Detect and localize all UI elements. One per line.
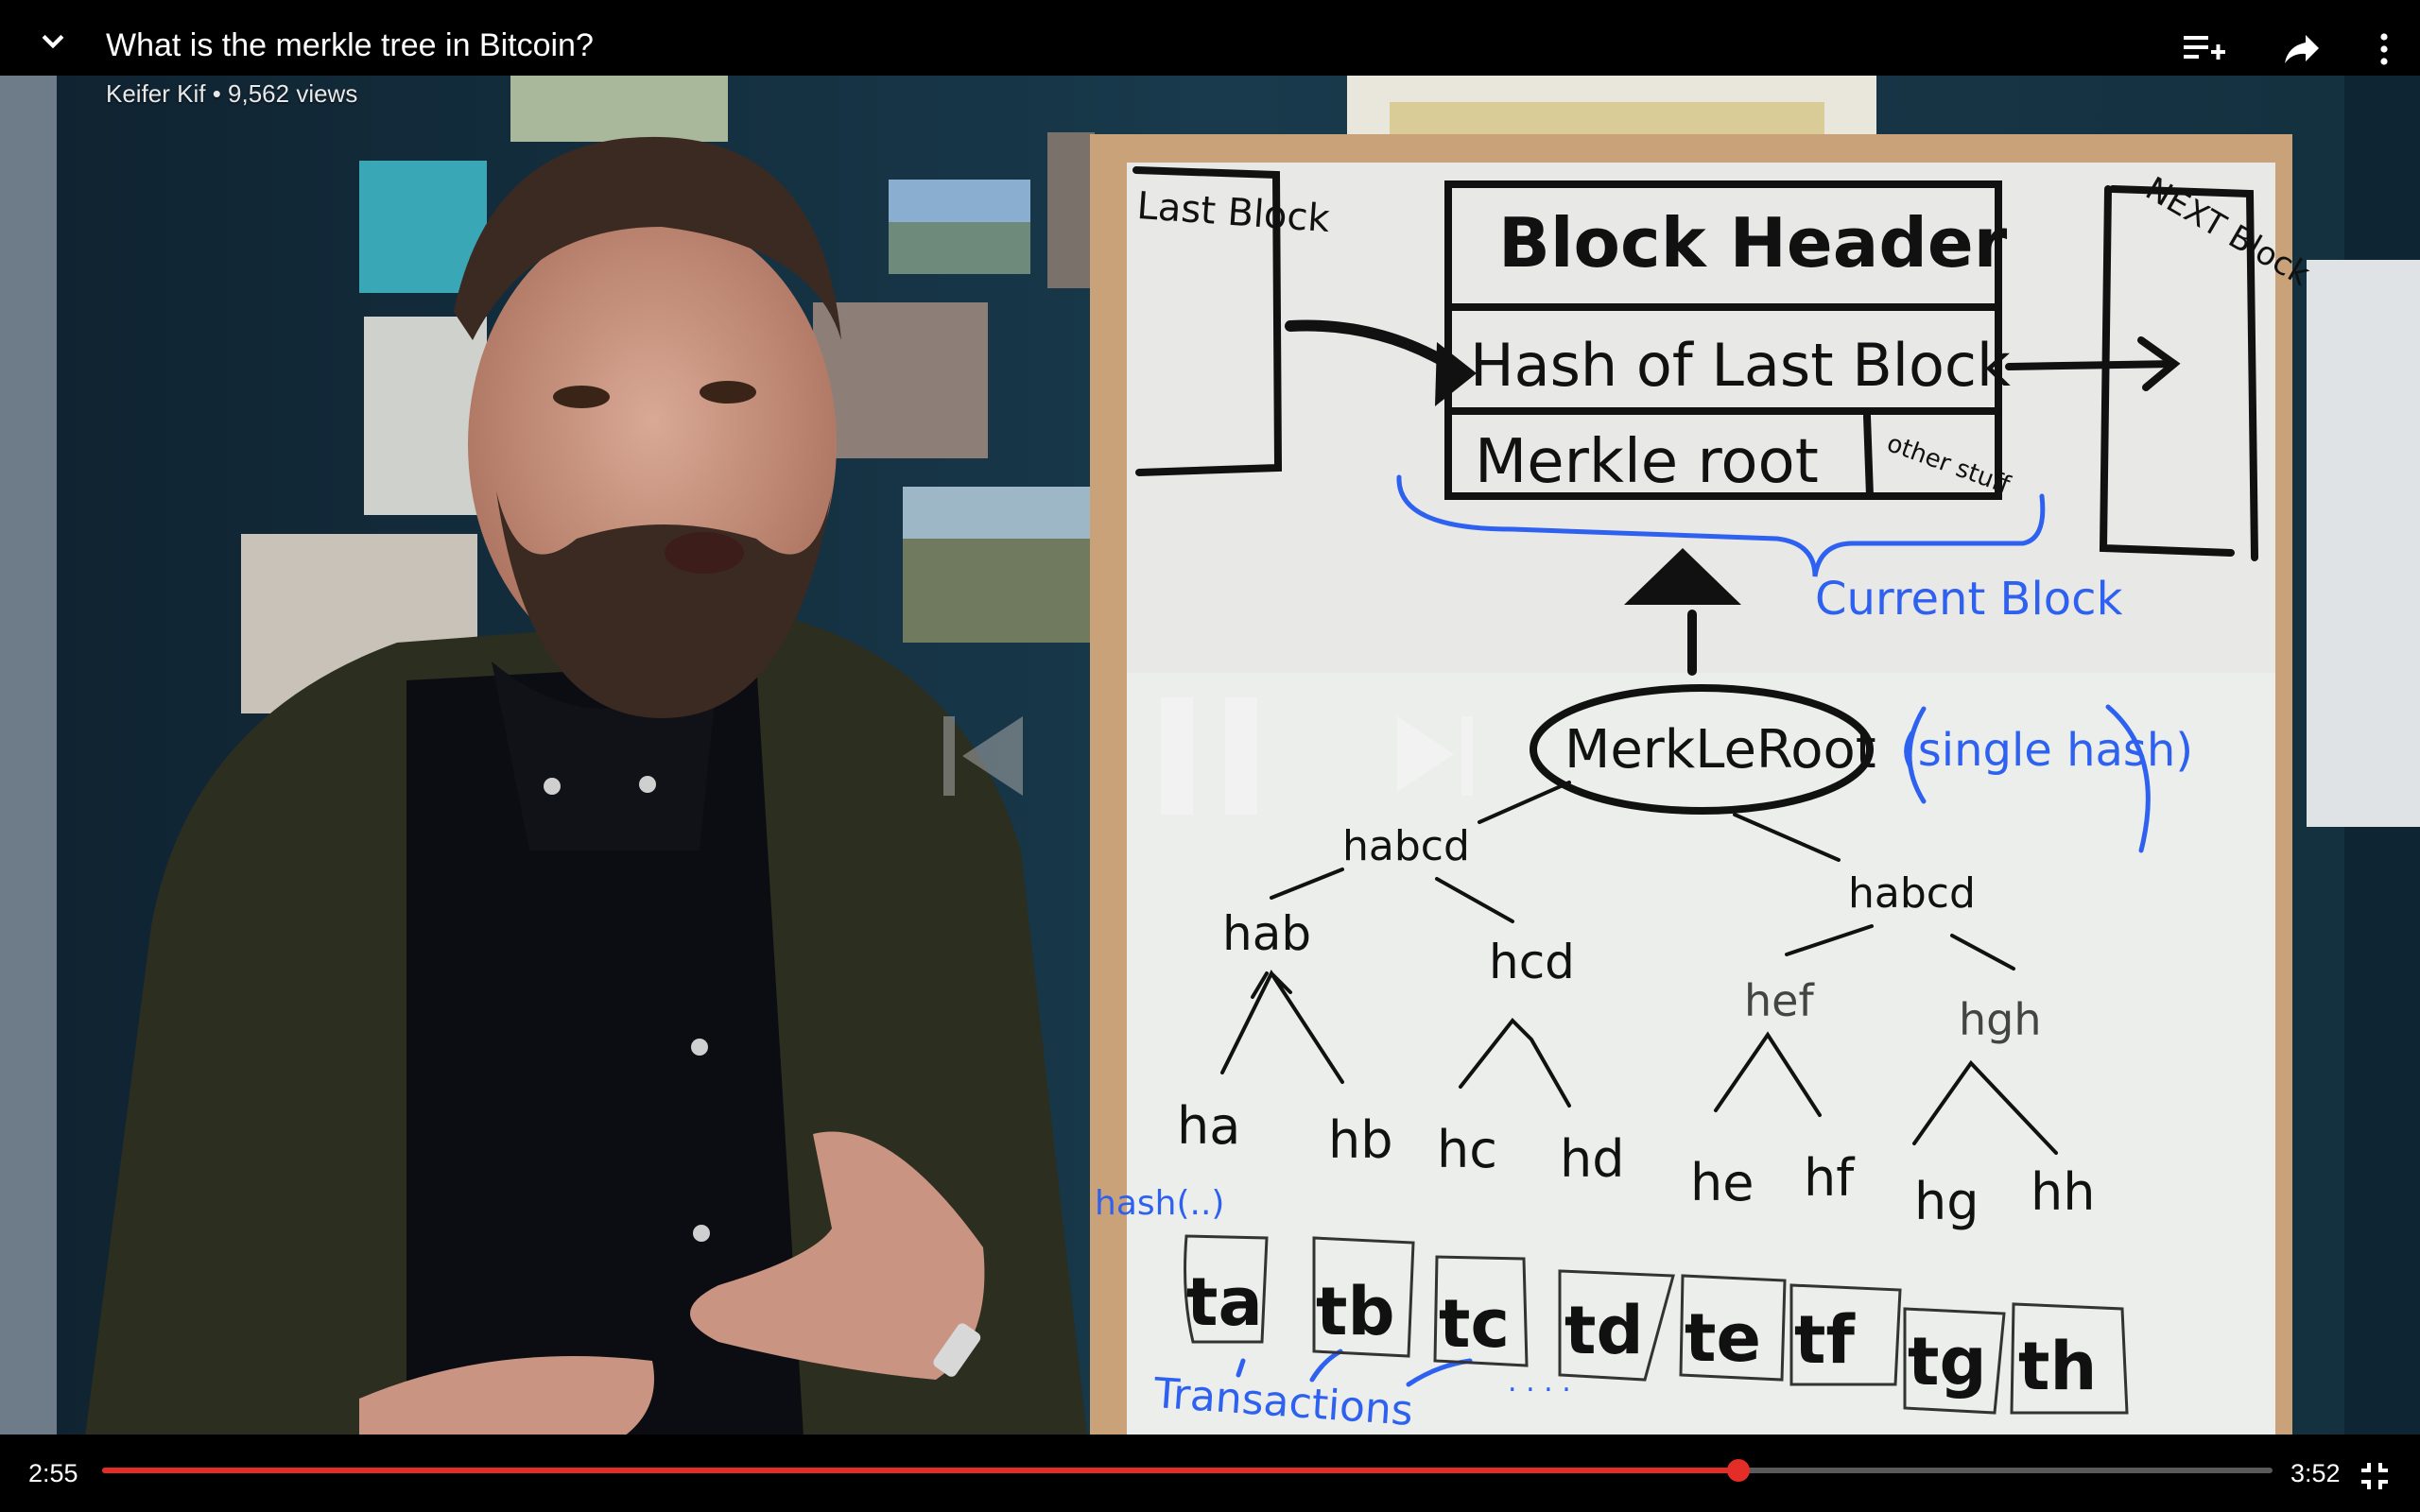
progress-bar[interactable] [102, 1459, 2273, 1482]
whiteboard [1090, 134, 2292, 1436]
current-time: 2:55 [28, 1459, 78, 1487]
duration: 3:52 [2290, 1459, 2341, 1487]
tree-node-left: habcd [1342, 822, 1470, 870]
tx-tg: tg [1908, 1323, 1987, 1400]
pause-icon-right [1225, 697, 1257, 815]
share-icon [2285, 35, 2319, 63]
tree-node-hab: hab [1222, 906, 1311, 961]
more-options-button[interactable] [2356, 23, 2412, 76]
tree-node-hef: hef [1744, 975, 1815, 1026]
pause-icon-left [1161, 697, 1193, 815]
progress-played [102, 1468, 1739, 1473]
share-button[interactable] [2273, 23, 2330, 76]
merkle-root-label: Merkle root [1475, 427, 1819, 497]
merkle-root-node: MerkLeRoot [1564, 719, 1876, 781]
single-hash-note: (single hash) [1900, 724, 2193, 777]
tree-node-hcd: hcd [1489, 935, 1575, 989]
tx-ta: ta [1186, 1263, 1263, 1341]
scrubber-handle[interactable] [1727, 1459, 1751, 1482]
hash-he: he [1690, 1153, 1754, 1212]
tx-tf: tf [1794, 1301, 1856, 1379]
chevron-down-icon [42, 34, 64, 49]
hash-ha: ha [1177, 1096, 1240, 1156]
ellipsis-note: . . . . [1508, 1366, 1571, 1399]
tx-td: td [1564, 1292, 1644, 1369]
exit-fullscreen-button[interactable] [2352, 1453, 2397, 1499]
add-to-queue-button[interactable] [2176, 23, 2233, 76]
tx-te: te [1685, 1299, 1761, 1377]
tx-tc: tc [1439, 1285, 1510, 1363]
video-title: What is the merkle tree in Bitcoin? [106, 27, 594, 63]
tx-th: th [2018, 1328, 2097, 1405]
fullscreen-exit-icon [2361, 1463, 2388, 1489]
previous-icon-bar [943, 716, 955, 796]
block-header-label: Block Header [1498, 203, 2008, 283]
more-vert-icon [2380, 33, 2388, 65]
hash-function-note: hash(..) [1095, 1184, 1224, 1223]
hash-hd: hd [1560, 1129, 1625, 1189]
add-to-queue-icon [2184, 36, 2225, 60]
tx-tb: tb [1316, 1273, 1395, 1350]
video-frame[interactable]: Last Block NEXT Block Block Header Hash … [0, 0, 2420, 1436]
tree-node-hgh: hgh [1959, 994, 2042, 1045]
hash-hf: hf [1804, 1148, 1856, 1208]
next-icon-bar [1461, 716, 1473, 796]
tree-node-right: habcd [1848, 869, 1976, 918]
current-block-label: Current Block [1815, 573, 2123, 626]
hash-hg: hg [1914, 1172, 1979, 1231]
video-player[interactable]: Last Block NEXT Block Block Header Hash … [0, 0, 2420, 1512]
collapse-button[interactable] [28, 17, 78, 66]
hash-last-block-label: Hash of Last Block [1470, 331, 2011, 400]
hash-hc: hc [1437, 1120, 1497, 1179]
hash-hb: hb [1328, 1110, 1393, 1170]
hash-hh: hh [2031, 1162, 2095, 1222]
bottom-controls: 2:55 3:52 [0, 1435, 2420, 1512]
channel-and-views: Keifer Kif • 9,562 views [106, 79, 358, 108]
